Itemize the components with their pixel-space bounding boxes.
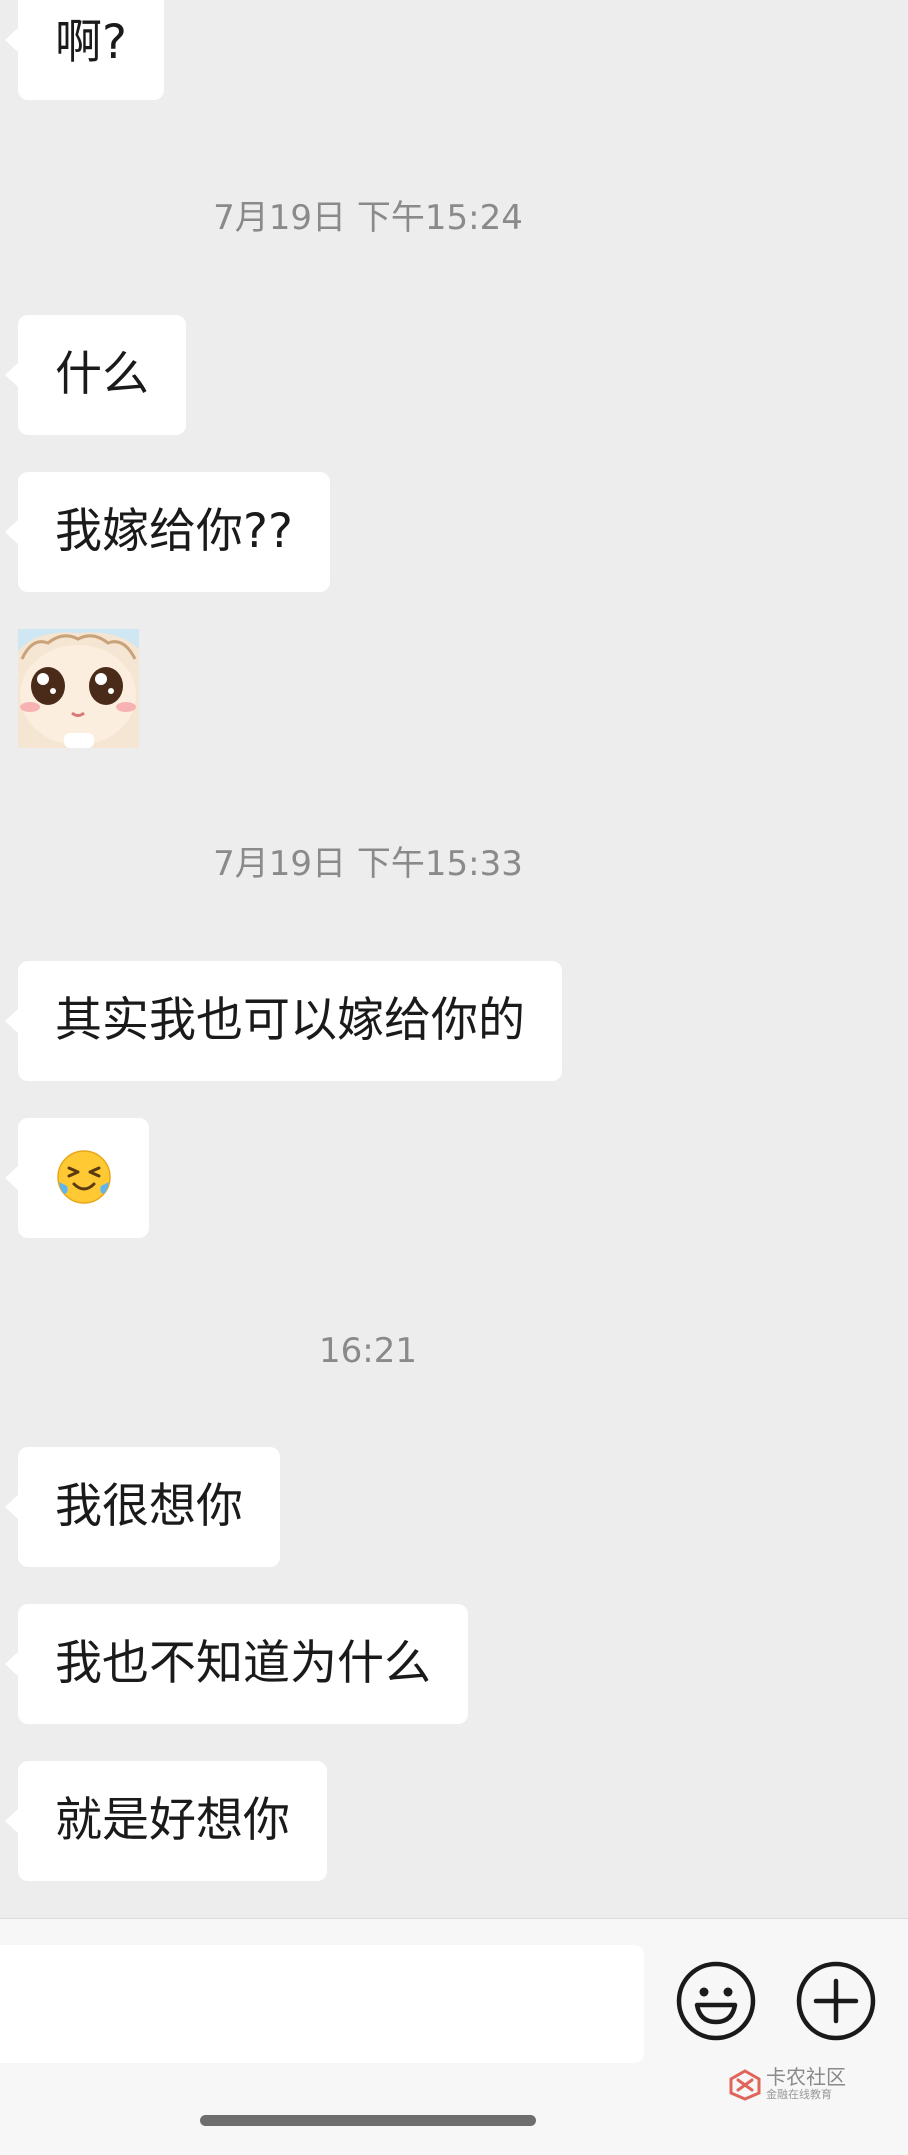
kanong-logo-icon <box>729 2069 761 2101</box>
timestamp: 7月19日 下午15:33 <box>213 844 523 884</box>
sticker-message[interactable] <box>18 629 139 748</box>
smiley-icon <box>676 1961 756 2041</box>
emoji-button[interactable] <box>674 1959 758 2043</box>
message-bubble-received[interactable]: 什么 <box>5 315 186 435</box>
timestamp: 7月19日 下午15:24 <box>213 198 523 238</box>
message-text: 我很想你 <box>55 1479 243 1534</box>
message-bubble-received[interactable]: 我很想你 <box>5 1447 280 1567</box>
message-text: 就是好想你 <box>55 1793 290 1848</box>
message-text: 我嫁给你?? <box>55 504 293 559</box>
watermark: 卡农社区 金融在线教育 <box>728 2066 888 2106</box>
message-bubble-received[interactable]: 我嫁给你?? <box>5 472 330 592</box>
message-text: 我也不知道为什么 <box>55 1636 431 1691</box>
home-indicator[interactable] <box>200 2115 536 2126</box>
message-text: 啊? <box>55 15 127 70</box>
laughing-tears-emoji-icon <box>57 1150 111 1204</box>
message-input[interactable] <box>0 1945 644 2063</box>
message-bubble-received[interactable]: 啊? <box>5 0 164 100</box>
cartoon-girl-sticker-icon <box>18 629 139 748</box>
message-bubble-received[interactable]: 我也不知道为什么 <box>5 1604 468 1724</box>
message-bubble-received[interactable] <box>5 1118 149 1238</box>
message-list[interactable]: 啊? 7月19日 下午15:24 什么 我嫁给你?? 7月19日 下午15:33… <box>0 0 908 1918</box>
watermark-subtitle: 金融在线教育 <box>766 2088 832 2101</box>
timestamp: 16:21 <box>319 1331 417 1371</box>
watermark-title: 卡农社区 <box>766 2065 846 2089</box>
more-button[interactable] <box>794 1959 878 2043</box>
message-bubble-received[interactable]: 其实我也可以嫁给你的 <box>5 961 562 1081</box>
message-text: 其实我也可以嫁给你的 <box>55 993 525 1048</box>
plus-circle-icon <box>796 1961 876 2041</box>
message-text: 什么 <box>55 347 149 402</box>
message-bubble-received[interactable]: 就是好想你 <box>5 1761 327 1881</box>
chat-screen: 啊? 7月19日 下午15:24 什么 我嫁给你?? 7月19日 下午15:33… <box>0 0 908 2155</box>
